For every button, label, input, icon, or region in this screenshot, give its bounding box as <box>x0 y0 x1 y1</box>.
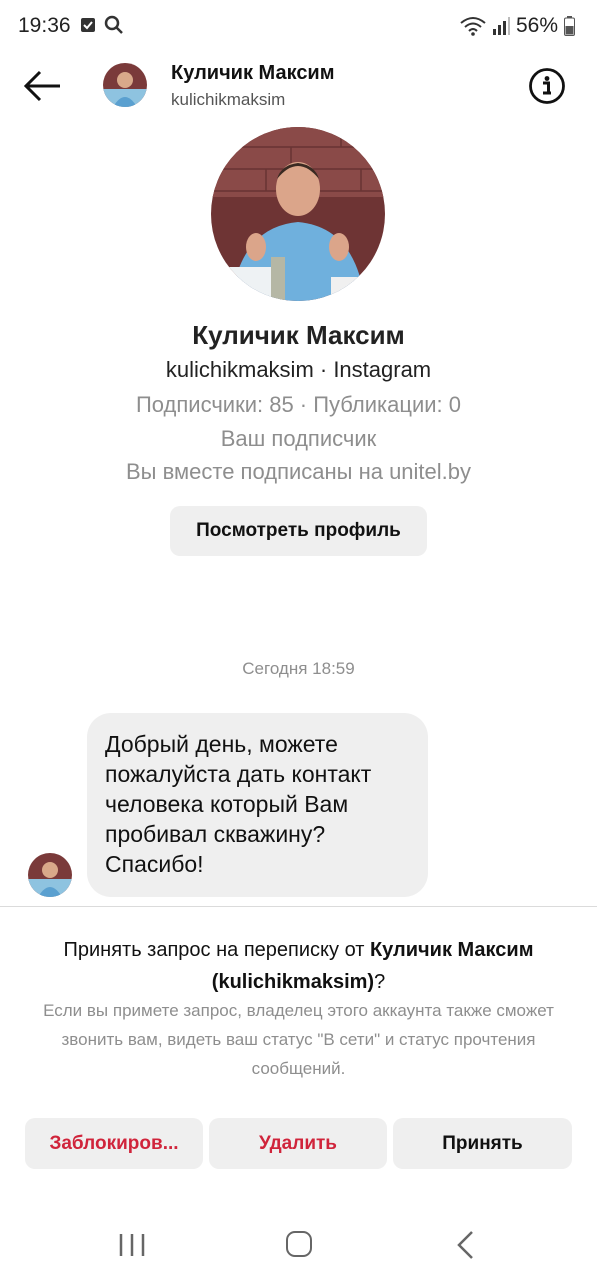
message-avatar[interactable] <box>28 853 72 897</box>
avatar-image <box>28 853 72 897</box>
status-time: 19:36 <box>18 14 71 37</box>
delete-button[interactable]: Удалить <box>209 1118 387 1169</box>
profile-subtitle: kulichikmaksim · Instagram <box>165 357 432 382</box>
message-line: Добрый день, можете <box>105 731 338 757</box>
conversation-header: Куличик Максим kulichikmaksim <box>0 52 597 122</box>
follow-status: Ваш подписчик <box>220 426 377 451</box>
avatar-image <box>103 63 147 107</box>
request-title-suffix: ? <box>374 971 386 993</box>
arrow-left-icon <box>23 70 60 102</box>
profile-name: Куличик Максим <box>192 320 405 350</box>
message-line: пожалуйста дать контакт <box>105 761 372 787</box>
request-title-username: (kulichikmaksim) <box>211 971 375 993</box>
wifi-icon <box>460 17 486 36</box>
message-line: человека который Вам <box>105 791 349 817</box>
info-button[interactable] <box>528 67 566 105</box>
request-title-prefix: Принять запрос на переписку от <box>63 939 370 961</box>
message-line: пробивал скважину? <box>105 821 326 847</box>
header-name[interactable]: Куличик Максим <box>171 62 335 85</box>
header-avatar[interactable] <box>103 63 147 107</box>
system-nav-bar <box>0 1210 597 1280</box>
message-timestamp: Сегодня 18:59 <box>242 659 355 678</box>
block-button[interactable]: Заблокиров... <box>25 1118 203 1169</box>
search-notification-icon <box>104 15 123 34</box>
home-icon[interactable] <box>286 1231 312 1257</box>
recent-apps-icon[interactable] <box>118 1232 146 1258</box>
panel-divider <box>0 906 597 907</box>
info-circle-icon <box>529 68 565 104</box>
battery-icon <box>564 16 575 36</box>
profile-avatar[interactable] <box>211 127 385 301</box>
signal-icon <box>492 17 510 35</box>
request-description: Если вы примете запрос, владелец этого а… <box>43 1001 554 1078</box>
profile-photo <box>211 127 385 301</box>
accept-button[interactable]: Принять <box>393 1118 572 1169</box>
status-left-icons <box>80 15 124 35</box>
back-button[interactable] <box>22 68 66 104</box>
request-title: Принять запрос на переписку от Куличик М… <box>20 934 577 998</box>
status-right: 56% <box>460 14 575 38</box>
status-bar: 19:36 56% <box>0 0 597 52</box>
profile-stats: Подписчики: 85 · Публикации: 0 <box>135 392 462 417</box>
back-icon[interactable] <box>456 1230 476 1260</box>
checkbox-notification-icon <box>81 18 95 32</box>
view-profile-button[interactable]: Посмотреть профиль <box>170 506 427 556</box>
header-username[interactable]: kulichikmaksim <box>171 90 285 110</box>
request-title-name: Куличик Максим <box>369 939 534 961</box>
message-bubble[interactable]: Добрый день, можете пожалуйста дать конт… <box>87 713 428 897</box>
message-line: Спасибо! <box>105 851 204 877</box>
mutual-follow: Вы вместе подписаны на unitel.by <box>125 459 472 484</box>
battery-percent: 56% <box>515 14 558 37</box>
